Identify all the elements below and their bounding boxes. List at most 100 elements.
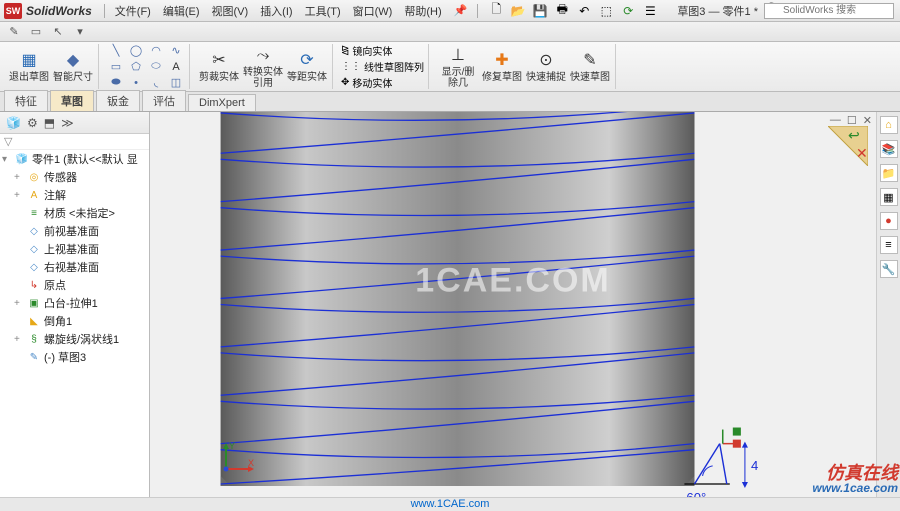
file-explorer-icon[interactable]: 📁 [880,164,898,182]
display-label: 显示/删除几 [437,67,479,89]
new-icon[interactable]: 🗋 [488,3,504,19]
undo-icon[interactable]: ↶ [576,3,592,19]
menu-edit[interactable]: 编辑(E) [157,0,206,21]
arc-icon[interactable]: ◠ [147,44,165,58]
plane-icon: ◇ [27,242,41,256]
circle-icon[interactable]: ◯ [127,44,145,58]
move-button[interactable]: ✥移动实体 [341,75,424,90]
tree-sensors[interactable]: +◎传感器 [0,168,149,186]
tree-root[interactable]: ▾🧊零件1 (默认<<默认 显 [0,150,149,168]
appearances-icon[interactable]: ● [880,212,898,230]
rebuild-icon[interactable]: ⟳ [620,3,636,19]
view-palette-icon[interactable]: ▦ [880,188,898,206]
tree-annotations[interactable]: +A注解 [0,186,149,204]
quick-sketch-button[interactable]: ✎快速草图 [569,44,611,90]
line-icon[interactable]: ╲ [107,44,125,58]
menu-file[interactable]: 文件(F) [109,0,157,21]
repair-icon: ✚ [491,50,513,72]
resources-icon[interactable]: ⌂ [880,116,898,134]
svg-text:X: X [248,458,254,468]
spline-icon[interactable]: ∿ [167,44,185,58]
tab-dimxpert[interactable]: DimXpert [188,94,256,111]
confirm-ok-icon[interactable]: ↩ [848,127,860,143]
tree-chamfer[interactable]: ◣倒角1 [0,312,149,330]
tree-origin[interactable]: ↳原点 [0,276,149,294]
graphics-viewport[interactable]: 🔍 ⊡ ↶ ◪ 🧊 ▦ 👁 ● ● ⚙ — ☐ ✕ [150,112,876,497]
open-icon[interactable]: 📂 [510,3,526,19]
model-scene: 60° 4 [150,112,876,497]
tree-front-plane[interactable]: ◇前视基准面 [0,222,149,240]
tab-feature[interactable]: 特征 [4,90,48,111]
footer-watermark: www.1CAE.com [0,497,900,511]
exit-sketch-button[interactable]: ▦ 退出草图 [8,44,50,90]
convert-button[interactable]: ⤳转换实体引用 [242,44,284,90]
print-icon[interactable]: 🖶 [554,3,570,19]
select-icon[interactable]: ⬚ [598,3,614,19]
text-icon[interactable]: A [167,60,185,74]
tree-root-label: 零件1 (默认<<默认 显 [32,151,138,167]
repair-button[interactable]: ✚修复草图 [481,44,523,90]
design-lib-icon[interactable]: 📚 [880,140,898,158]
linear-pattern-button[interactable]: ⋮⋮线性草图阵列 [341,59,424,74]
part-icon: 🧊 [15,152,29,166]
orientation-triad: Y X [218,437,258,477]
origin-icon: ↳ [27,278,41,292]
point-icon[interactable]: • [127,76,145,90]
toolbox-icon[interactable]: 🔧 [880,260,898,278]
menu-view[interactable]: 视图(V) [206,0,255,21]
plane-icon[interactable]: ◫ [167,76,185,90]
menu-help[interactable]: 帮助(H) [398,0,447,21]
tab-sheetmetal[interactable]: 钣金 [96,90,140,111]
mini-toolbar: ✎ ▭ ↖ ▾ [0,22,900,42]
tree-sketch3[interactable]: ✎(-) 草图3 [0,348,149,366]
app-name: SolidWorks [26,4,92,18]
confirm-cancel-icon[interactable]: ✕ [856,145,868,161]
ribbon: ▦ 退出草图 ◆ 智能尺寸 ╲ ◯ ◠ ∿ ▭ ⬠ ⬭ A ⬬ • ◟ ◫ ✂剪… [0,42,900,92]
sketch-icon[interactable]: ✎ [6,24,22,40]
ellipse-icon[interactable]: ⬭ [147,60,165,74]
offset-icon: ⟳ [296,50,318,72]
dropdown-icon[interactable]: ▾ [72,24,88,40]
polygon-icon[interactable]: ⬠ [127,60,145,74]
cursor-icon[interactable]: ↖ [50,24,66,40]
fillet-icon[interactable]: ◟ [147,76,165,90]
repair-label: 修复草图 [482,72,522,83]
mirror-label: 镜向实体 [352,43,392,58]
quick-access-toolbar: 🗋 📂 💾 🖶 ↶ ⬚ ⟳ ☰ [488,3,658,19]
quick-sketch-label: 快速草图 [570,72,610,83]
tree-tab-config-icon[interactable]: ⚙ [27,116,38,130]
tree-helix[interactable]: +§螺旋线/涡状线1 [0,330,149,348]
save-icon[interactable]: 💾 [532,3,548,19]
tree-top-plane[interactable]: ◇上视基准面 [0,240,149,258]
mirror-button[interactable]: ⧎镜向实体 [341,43,424,58]
slot-icon[interactable]: ⬬ [107,76,125,90]
tree-extrude[interactable]: +▣凸台-拉伸1 [0,294,149,312]
tab-evaluate[interactable]: 评估 [142,90,186,111]
tree-tab-feature-icon[interactable]: 🧊 [6,116,21,130]
offset-button[interactable]: ⟳等距实体 [286,44,328,90]
quick-snap-button[interactable]: ⊙快速捕捉 [525,44,567,90]
search-input[interactable] [764,3,894,19]
tab-sketch[interactable]: 草图 [50,90,94,111]
annotation-icon: A [27,188,41,202]
smart-dimension-button[interactable]: ◆ 智能尺寸 [52,44,94,90]
menu-insert[interactable]: 插入(I) [254,0,298,21]
menu-window[interactable]: 窗口(W) [347,0,399,21]
tree-tab-display-icon[interactable]: ⬒ [44,116,55,130]
display-delete-button[interactable]: ⊥显示/删除几 [437,44,479,90]
tree-filter[interactable]: ▽ [0,134,149,150]
tree-tab-more-icon[interactable]: ≫ [61,116,74,130]
tree-material[interactable]: ≡材质 <未指定> [0,204,149,222]
trim-button[interactable]: ✂剪裁实体 [198,44,240,90]
titlebar: SW SolidWorks 文件(F) 编辑(E) 视图(V) 插入(I) 工具… [0,0,900,22]
menu-tools[interactable]: 工具(T) [299,0,347,21]
options-icon[interactable]: ☰ [642,3,658,19]
tree-right-plane[interactable]: ◇右视基准面 [0,258,149,276]
sketch-icon: ✎ [27,350,41,364]
document-title: 草图3 — 零件1 * [671,3,764,19]
menu-pin-icon[interactable]: 📌 [448,0,474,21]
region-icon[interactable]: ▭ [28,24,44,40]
custom-props-icon[interactable]: ≡ [880,236,898,254]
rect-icon[interactable]: ▭ [107,60,125,74]
feature-tree-panel: 🧊 ⚙ ⬒ ≫ ▽ ▾🧊零件1 (默认<<默认 显 +◎传感器 +A注解 ≡材质… [0,112,150,497]
